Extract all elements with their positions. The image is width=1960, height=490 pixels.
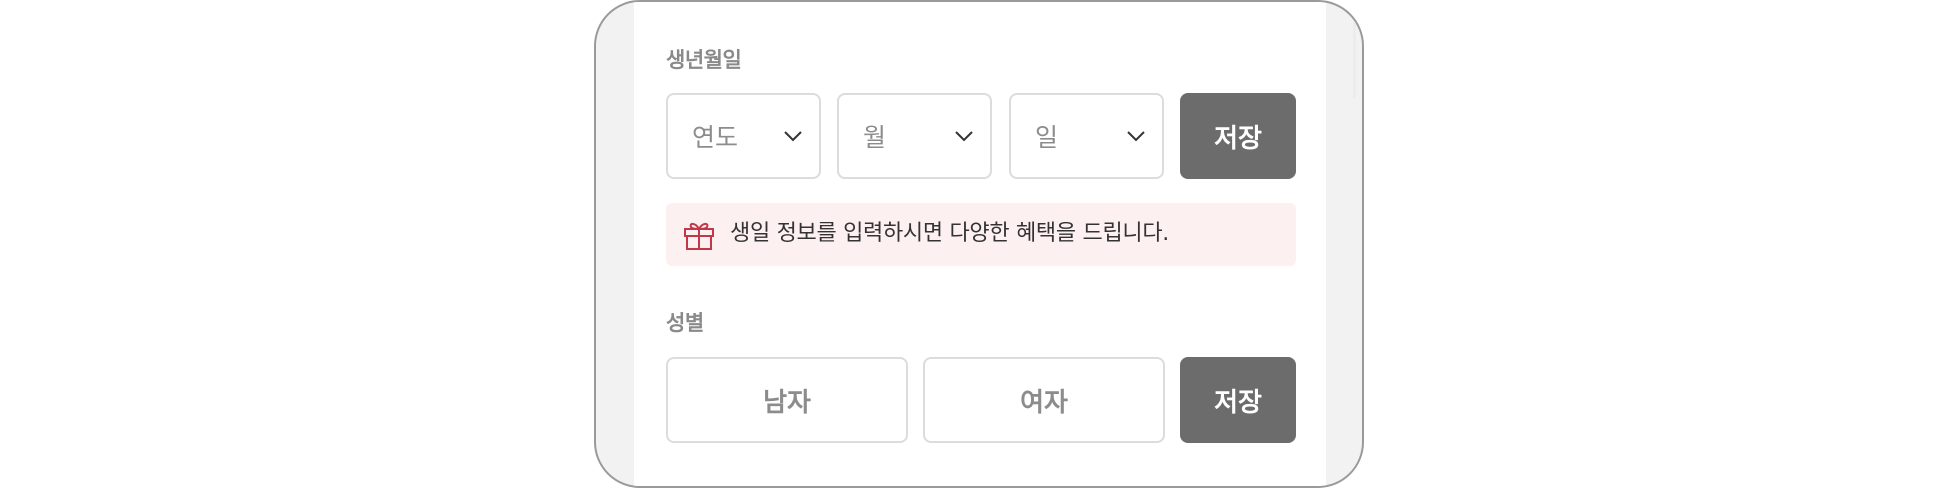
birthday-benefit-notice: 생일 정보를 입력하시면 다양한 혜택을 드립니다. bbox=[666, 203, 1296, 266]
chevron-down-icon bbox=[784, 131, 802, 142]
chevron-down-icon bbox=[1127, 131, 1145, 142]
gift-icon bbox=[684, 222, 714, 250]
day-select-value: 일 bbox=[1035, 123, 1059, 152]
year-select-value: 연도 bbox=[692, 123, 739, 152]
scrollbar[interactable] bbox=[1353, 18, 1356, 98]
month-select[interactable]: 월 bbox=[837, 93, 992, 179]
gender-label: 성별 bbox=[666, 311, 704, 335]
chevron-down-icon bbox=[955, 131, 973, 142]
birthday-label: 생년월일 bbox=[666, 48, 742, 72]
birthday-save-button[interactable]: 저장 bbox=[1180, 93, 1296, 179]
gender-female-button[interactable]: 여자 bbox=[923, 357, 1165, 443]
day-select[interactable]: 일 bbox=[1009, 93, 1164, 179]
phone-frame: 생년월일 연도 월 일 저장 생일 정보를 입력하시면 다양한 혜택을 드립니다… bbox=[594, 0, 1364, 488]
gender-male-button[interactable]: 남자 bbox=[666, 357, 908, 443]
year-select[interactable]: 연도 bbox=[666, 93, 821, 179]
month-select-value: 월 bbox=[863, 123, 887, 152]
gender-save-button[interactable]: 저장 bbox=[1180, 357, 1296, 443]
benefit-notice-text: 생일 정보를 입력하시면 다양한 혜택을 드립니다. bbox=[730, 221, 1169, 246]
